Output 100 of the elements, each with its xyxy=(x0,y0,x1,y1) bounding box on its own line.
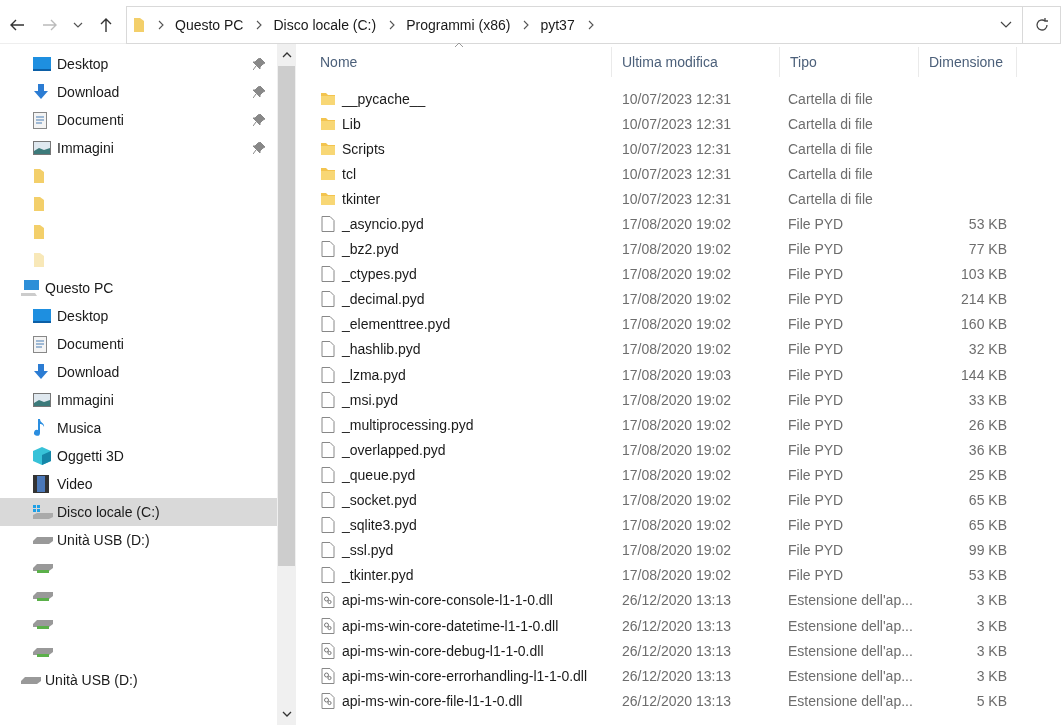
document-icon xyxy=(33,335,47,353)
breadcrumb-item[interactable]: pyt37 xyxy=(540,16,575,33)
sidebar-item[interactable]: Immagini xyxy=(0,386,277,414)
file-icon xyxy=(320,266,336,283)
file-size: 5 KB xyxy=(976,692,1007,709)
scrollbar-thumb[interactable] xyxy=(278,66,295,566)
column-header[interactable]: Nome xyxy=(310,47,612,77)
file-type: File PYD xyxy=(788,416,844,433)
file-name[interactable]: _ssl.pyd xyxy=(342,542,394,559)
file-name[interactable]: __pycache__ xyxy=(342,90,426,107)
cube-icon xyxy=(33,447,51,465)
refresh-button[interactable] xyxy=(1023,5,1061,44)
file-name[interactable]: _hashlib.pyd xyxy=(342,341,421,358)
sidebar-item[interactable]: Unità USB (D:) xyxy=(0,666,277,694)
file-name[interactable]: Scripts xyxy=(342,140,385,157)
file-type: File PYD xyxy=(788,316,844,333)
file-name[interactable]: _multiprocessing.pyd xyxy=(342,416,474,433)
file-type: File PYD xyxy=(788,241,844,258)
file-type: File PYD xyxy=(788,366,844,383)
file-type: Cartella di file xyxy=(788,90,873,107)
sidebar-item[interactable]: Unità USB (D:) xyxy=(0,526,277,554)
film-icon xyxy=(33,475,49,493)
sidebar-item[interactable]: Musica xyxy=(0,414,277,442)
column-header[interactable]: Ultima modifica xyxy=(612,47,780,77)
sidebar-item[interactable]: Documenti xyxy=(0,106,277,134)
drive-icon xyxy=(33,619,53,629)
modified-date: 17/08/2020 19:02 xyxy=(622,542,731,559)
sidebar-item[interactable]: Questo PC xyxy=(0,274,277,302)
file-icon xyxy=(320,441,336,458)
sidebar-item[interactable]: Documenti xyxy=(0,330,277,358)
file-name[interactable]: _ctypes.pyd xyxy=(342,266,417,283)
file-size: 3 KB xyxy=(976,667,1007,684)
file-icon xyxy=(320,567,336,584)
column-header[interactable]: Dimensione xyxy=(919,47,1017,77)
sidebar-item[interactable]: Immagini xyxy=(0,134,277,162)
chevron-up-icon[interactable] xyxy=(281,52,292,58)
picture-icon xyxy=(33,141,51,155)
file-name[interactable]: _sqlite3.pyd xyxy=(342,517,417,534)
file-name[interactable]: tkinter xyxy=(342,190,381,207)
file-name[interactable]: api-ms-win-core-errorhandling-l1-1-0.dll xyxy=(342,667,588,684)
modified-date: 17/08/2020 19:02 xyxy=(622,441,731,458)
chevron-right-icon xyxy=(255,19,264,30)
file-name[interactable]: Lib xyxy=(342,115,361,132)
sidebar-item[interactable]: Video xyxy=(0,470,277,498)
forward-arrow-icon xyxy=(42,17,58,32)
file-type: File PYD xyxy=(788,291,844,308)
dll-file-icon xyxy=(320,592,336,609)
file-name[interactable]: _socket.pyd xyxy=(342,492,417,509)
file-name[interactable]: api-ms-win-core-file-l1-1-0.dll xyxy=(342,692,523,709)
folder-icon xyxy=(33,252,45,268)
file-name[interactable]: _bz2.pyd xyxy=(342,241,399,258)
file-name[interactable]: _queue.pyd xyxy=(342,466,416,483)
file-name[interactable]: _msi.pyd xyxy=(342,391,399,408)
download-arrow-icon xyxy=(33,364,49,380)
file-type: File PYD xyxy=(788,466,844,483)
file-type: File PYD xyxy=(788,391,844,408)
breadcrumb-item[interactable]: Questo PC xyxy=(175,16,244,33)
sidebar-item[interactable]: Desktop xyxy=(0,50,277,78)
file-name[interactable]: _asyncio.pyd xyxy=(342,216,424,232)
file-size: 214 KB xyxy=(961,291,1007,308)
file-name[interactable]: api-ms-win-core-datetime-l1-1-0.dll xyxy=(342,617,559,634)
refresh-icon xyxy=(1033,16,1050,33)
folder-icon xyxy=(320,167,336,181)
modified-date: 26/12/2020 13:13 xyxy=(622,617,731,634)
file-size: 160 KB xyxy=(961,316,1007,333)
address-bar[interactable]: Questo PC Disco locale (C:) Programmi (x86) pyt37 xyxy=(126,5,1023,44)
sidebar-item[interactable]: Disco locale (C:) xyxy=(0,498,277,526)
modified-date: 17/08/2020 19:02 xyxy=(622,216,731,232)
file-type: File PYD xyxy=(788,441,844,458)
file-name[interactable]: _elementtree.pyd xyxy=(342,316,451,333)
file-icon xyxy=(320,391,336,408)
file-name[interactable]: api-ms-win-core-debug-l1-1-0.dll xyxy=(342,642,544,659)
breadcrumb-item[interactable]: Programmi (x86) xyxy=(406,16,511,33)
chevron-down-icon[interactable] xyxy=(1000,20,1012,29)
file-name[interactable]: _decimal.pyd xyxy=(342,291,425,308)
file-name[interactable]: tcl xyxy=(342,165,356,182)
file-name[interactable]: _overlapped.pyd xyxy=(342,441,446,458)
file-icon xyxy=(320,366,336,383)
modified-date: 10/07/2023 12:31 xyxy=(622,90,731,107)
sidebar-item[interactable]: Download xyxy=(0,78,277,106)
column-header[interactable]: Tipo xyxy=(780,47,919,77)
file-size: 3 KB xyxy=(976,642,1007,659)
picture-icon xyxy=(33,393,51,407)
file-name[interactable]: api-ms-win-core-console-l1-1-0.dll xyxy=(342,592,553,609)
drive-icon xyxy=(33,647,53,657)
file-type: Estensione dell'ap... xyxy=(788,692,913,709)
file-name[interactable]: _tkinter.pyd xyxy=(342,567,414,584)
modified-date: 17/08/2020 19:02 xyxy=(622,391,731,408)
breadcrumb-item[interactable]: Disco locale (C:) xyxy=(273,16,377,33)
file-type: File PYD xyxy=(788,266,844,283)
file-name[interactable]: _lzma.pyd xyxy=(342,366,406,383)
scrollbar[interactable] xyxy=(277,44,296,725)
sidebar-item[interactable]: Oggetti 3D xyxy=(0,442,277,470)
sidebar-item[interactable]: Download xyxy=(0,358,277,386)
modified-date: 17/08/2020 19:02 xyxy=(622,492,731,509)
file-icon xyxy=(320,341,336,358)
sidebar-item[interactable]: Desktop xyxy=(0,302,277,330)
chevron-down-icon[interactable] xyxy=(281,711,292,717)
file-size: 99 KB xyxy=(968,542,1007,559)
desktop-icon xyxy=(33,309,51,323)
